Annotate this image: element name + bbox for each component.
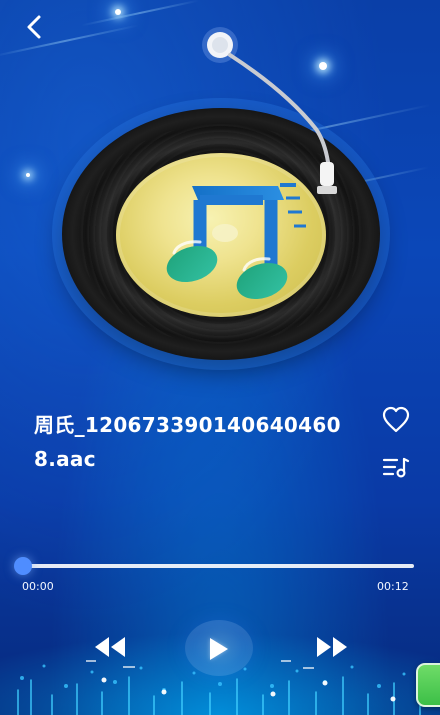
total-time: 00:12 bbox=[377, 580, 409, 593]
progress-track[interactable] bbox=[22, 564, 414, 568]
song-title: 周氏_1206733901406404608.aac bbox=[34, 413, 341, 471]
sparkle-decoration bbox=[26, 173, 30, 177]
favorite-button[interactable] bbox=[380, 405, 412, 435]
music-player-screen: 周氏_1206733901406404608.aac 00:00 00:12 bbox=[0, 0, 440, 715]
playlist-button[interactable] bbox=[380, 453, 412, 483]
progress-thumb[interactable] bbox=[14, 557, 32, 575]
back-button[interactable] bbox=[18, 10, 52, 44]
light-streak bbox=[81, 0, 199, 27]
play-button[interactable] bbox=[185, 620, 253, 676]
tonearm-icon bbox=[202, 27, 337, 194]
sparkle-decoration bbox=[115, 9, 121, 15]
fast-forward-icon bbox=[317, 637, 347, 657]
rewind-icon bbox=[95, 637, 125, 657]
heart-icon bbox=[382, 406, 410, 433]
next-button[interactable] bbox=[313, 633, 351, 661]
previous-button[interactable] bbox=[91, 633, 129, 661]
elapsed-time: 00:00 bbox=[22, 580, 54, 593]
floating-app-button[interactable] bbox=[416, 663, 440, 707]
playlist-icon bbox=[382, 457, 410, 478]
back-arrow-icon bbox=[27, 15, 41, 39]
play-icon bbox=[210, 638, 228, 660]
